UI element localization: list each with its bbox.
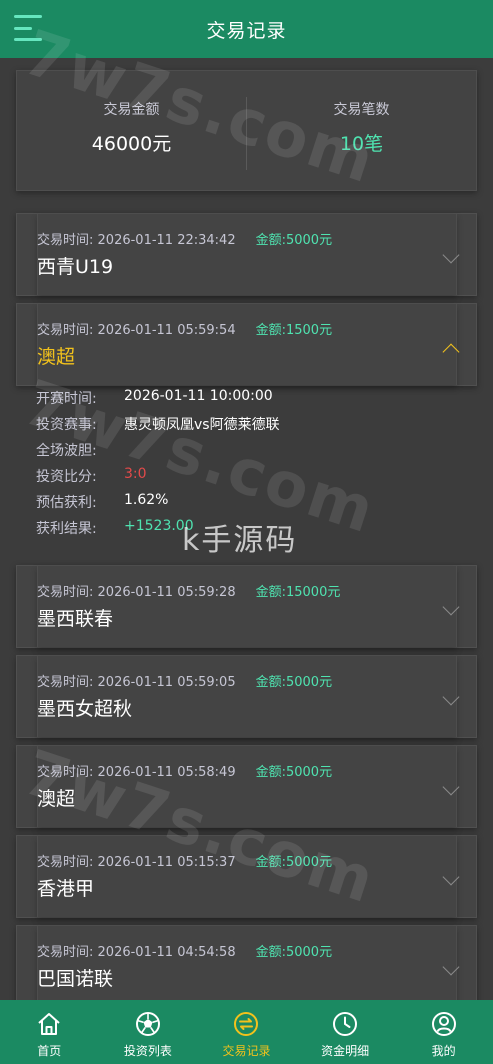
detail-row-profit: 预估获利: 1.62% xyxy=(0,492,493,518)
record-amount: 金额:5000元 xyxy=(255,855,333,870)
tab-fund-details-label: 资金明细 xyxy=(321,1044,370,1058)
top-bar: 交易记录 xyxy=(0,0,493,58)
total-count-value: 10笔 xyxy=(339,133,384,155)
detail-row-start: 开赛时间: 2026-01-11 10:00:00 xyxy=(0,388,493,414)
record-card[interactable]: 交易时间: 2026-01-11 22:34:42 金额:5000元 西青U19 xyxy=(16,213,477,296)
record-league: 西青U19 xyxy=(37,256,114,278)
record-league: 墨西联春 xyxy=(37,608,114,630)
record-time: 2026-01-11 05:59:54 xyxy=(97,323,236,338)
record-time: 2026-01-11 05:59:28 xyxy=(97,585,236,600)
record-time: 2026-01-11 05:58:49 xyxy=(97,765,236,780)
tab-investment-list-label: 投资列表 xyxy=(123,1044,172,1058)
record-meta: 交易时间: 2026-01-11 05:59:54 金额:1500元 xyxy=(37,319,332,338)
detail-row-score: 投资比分: 3:0 xyxy=(0,466,493,492)
record-time: 2026-01-11 05:59:05 xyxy=(97,675,236,690)
total-amount-label: 交易金额 xyxy=(103,102,160,118)
page-title: 交易记录 xyxy=(206,19,287,42)
detail-start-value: 2026-01-11 10:00:00 xyxy=(124,388,273,404)
total-amount-cell: 交易金额 46000元 xyxy=(17,71,246,190)
detail-score-value: 3:0 xyxy=(124,466,147,482)
record-detail: 开赛时间: 2026-01-11 10:00:00 投资赛事: 惠灵顿凤凰vs阿… xyxy=(0,388,493,544)
record-league: 澳超 xyxy=(37,346,76,368)
record-meta: 交易时间: 2026-01-11 22:34:42 金额:5000元 xyxy=(37,229,332,248)
record-time-label: 交易时间: xyxy=(37,765,94,780)
tab-investment-list[interactable]: 投资列表 xyxy=(99,1000,198,1064)
record-card[interactable]: 交易时间: 2026-01-11 05:15:37 金额:5000元 香港甲 xyxy=(16,835,477,918)
tab-home[interactable]: 首页 xyxy=(0,1000,99,1064)
bottom-nav: 首页 投资列表 交易记录 资金明细 我的 xyxy=(0,1000,493,1064)
exchange-icon xyxy=(234,1012,259,1036)
summary-panel: 交易金额 46000元 交易笔数 10笔 xyxy=(16,70,477,191)
record-card[interactable]: 交易时间: 2026-01-11 05:58:49 金额:5000元 澳超 xyxy=(16,745,477,828)
detail-match-label: 投资赛事: xyxy=(36,417,97,433)
record-time: 2026-01-11 22:34:42 xyxy=(97,233,236,248)
tab-mine[interactable]: 我的 xyxy=(394,1000,493,1064)
tab-mine-label: 我的 xyxy=(431,1044,456,1058)
record-time: 2026-01-11 05:15:37 xyxy=(97,855,236,870)
detail-row-result: 获利结果: +1523.00 xyxy=(0,518,493,544)
record-league: 香港甲 xyxy=(37,878,95,900)
detail-full-label: 全场波胆: xyxy=(36,443,97,459)
tab-home-label: 首页 xyxy=(37,1044,62,1058)
record-time-label: 交易时间: xyxy=(37,945,94,960)
detail-score-label: 投资比分: xyxy=(36,469,97,485)
total-amount-value: 46000元 xyxy=(91,133,172,155)
record-card[interactable]: 交易时间: 2026-01-11 05:59:05 金额:5000元 墨西女超秋 xyxy=(16,655,477,738)
record-time-label: 交易时间: xyxy=(37,233,94,248)
record-amount: 金额:5000元 xyxy=(255,233,333,248)
app: 交易记录 交易金额 46000元 交易笔数 10笔 交易时间: 2026-01-… xyxy=(0,0,493,1064)
detail-row-match: 投资赛事: 惠灵顿凤凰vs阿德莱德联 xyxy=(0,414,493,440)
record-league: 澳超 xyxy=(37,788,76,810)
record-meta: 交易时间: 2026-01-11 05:58:49 金额:5000元 xyxy=(37,761,332,780)
detail-profit-value: 1.62% xyxy=(124,492,169,508)
record-meta: 交易时间: 2026-01-11 05:59:05 金额:5000元 xyxy=(37,671,332,690)
detail-start-label: 开赛时间: xyxy=(36,391,97,407)
tab-transaction-records-label: 交易记录 xyxy=(222,1044,271,1058)
tab-transaction-records[interactable]: 交易记录 xyxy=(197,1000,296,1064)
record-meta: 交易时间: 2026-01-11 05:15:37 金额:5000元 xyxy=(37,851,332,870)
record-amount: 金额:5000元 xyxy=(255,765,333,780)
record-card[interactable]: 交易时间: 2026-01-11 04:54:58 金额:5000元 巴国诺联 xyxy=(16,925,477,1000)
detail-profit-label: 预估获利: xyxy=(36,495,97,511)
record-meta: 交易时间: 2026-01-11 05:59:28 金额:15000元 xyxy=(37,581,340,600)
detail-match-value: 惠灵顿凤凰vs阿德莱德联 xyxy=(124,417,280,433)
detail-row-full: 全场波胆: xyxy=(0,440,493,466)
record-card-expanded[interactable]: 交易时间: 2026-01-11 05:59:54 金额:1500元 澳超 xyxy=(16,303,477,386)
home-icon xyxy=(38,1013,60,1035)
tab-fund-details[interactable]: 资金明细 xyxy=(296,1000,395,1064)
record-time-label: 交易时间: xyxy=(37,323,94,338)
football-icon xyxy=(135,1012,160,1036)
transaction-list[interactable]: 交易金额 46000元 交易笔数 10笔 交易时间: 2026-01-11 22… xyxy=(0,58,493,1000)
record-amount: 金额:5000元 xyxy=(255,945,333,960)
record-card[interactable]: 交易时间: 2026-01-11 05:59:28 金额:15000元 墨西联春 xyxy=(16,565,477,648)
record-amount: 金额:15000元 xyxy=(255,585,341,600)
record-card-inner xyxy=(37,746,457,827)
total-count-label: 交易笔数 xyxy=(333,102,390,118)
record-league: 巴国诺联 xyxy=(37,968,114,990)
record-time-label: 交易时间: xyxy=(37,585,94,600)
total-count-cell: 交易笔数 10笔 xyxy=(247,71,476,190)
user-icon xyxy=(431,1012,456,1036)
record-card-inner xyxy=(37,836,457,917)
record-league: 墨西女超秋 xyxy=(37,698,133,720)
record-time: 2026-01-11 04:54:58 xyxy=(97,945,236,960)
record-card-inner xyxy=(37,304,457,385)
hamburger-icon[interactable] xyxy=(14,15,42,41)
detail-result-value: +1523.00 xyxy=(124,518,194,534)
clock-icon xyxy=(333,1012,358,1036)
record-meta: 交易时间: 2026-01-11 04:54:58 金额:5000元 xyxy=(37,941,332,960)
record-time-label: 交易时间: xyxy=(37,855,94,870)
record-amount: 金额:5000元 xyxy=(255,675,333,690)
record-time-label: 交易时间: xyxy=(37,675,94,690)
detail-result-label: 获利结果: xyxy=(36,521,97,537)
record-amount: 金额:1500元 xyxy=(255,323,333,338)
